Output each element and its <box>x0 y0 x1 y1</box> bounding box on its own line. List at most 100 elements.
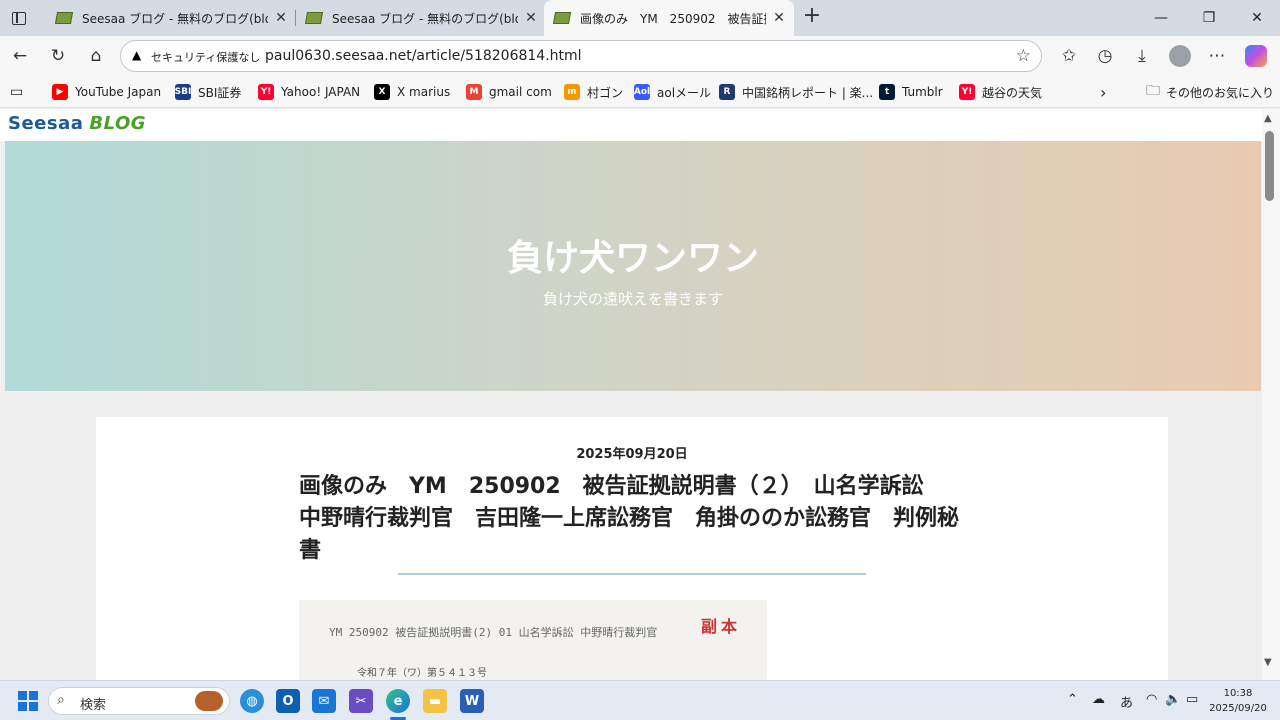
seesaa-favicon-icon <box>552 12 572 24</box>
windows-start-icon[interactable] <box>16 689 40 713</box>
bookmark-label: gmail com <box>489 85 552 99</box>
rakuten-icon: R <box>719 84 735 100</box>
restore-button[interactable]: ❐ <box>1186 0 1232 36</box>
article-card: 2025年09月20日 画像のみ YM 250902 被告証拠説明書（２） 山名… <box>96 417 1168 680</box>
word-icon[interactable]: W <box>460 689 484 713</box>
tab-1[interactable]: Seesaa ブログ - 無料のブログ(blog)サ ✕ <box>46 0 294 36</box>
profile-avatar[interactable] <box>1166 42 1194 70</box>
file-explorer-icon[interactable]: ▬ <box>423 689 447 713</box>
bookmark-item[interactable]: R 中国銘柄レポート | 楽... <box>719 83 873 101</box>
back-button[interactable]: ← <box>6 42 34 70</box>
history-icon[interactable]: ◷ <box>1091 42 1119 70</box>
bookmark-label: X marius <box>397 85 451 99</box>
folder-icon: 🗀 <box>1146 83 1160 99</box>
blog-subtitle: 負け犬の遠吠えを書きます <box>542 290 723 308</box>
favorite-star-icon[interactable]: ☆ <box>1016 46 1031 66</box>
aol-icon: Aol <box>634 84 650 100</box>
mura-icon: m <box>564 84 580 100</box>
security-label[interactable]: セキュリティ保護なし <box>151 49 260 65</box>
bookmark-item[interactable]: Y! Yahoo! JAPAN <box>258 83 360 101</box>
bookmark-item[interactable]: m 村ゴン <box>564 83 623 101</box>
bookmark-label: SBI証券 <box>198 85 242 100</box>
vertical-scrollbar[interactable]: ▲ ▼ <box>1262 109 1280 680</box>
tumblr-icon: t <box>879 84 895 100</box>
red-panda-widget-icon <box>195 691 223 711</box>
scroll-up-icon[interactable]: ▲ <box>1264 113 1272 124</box>
sbi-icon: SBI <box>175 84 191 100</box>
outlook-new-icon[interactable]: ✉ <box>312 689 336 713</box>
globe-app-icon[interactable]: ◍ <box>240 689 264 713</box>
bookmark-item[interactable]: Mgmail com <box>466 83 552 101</box>
bookmark-item[interactable]: SBI SBI証券 <box>175 83 241 101</box>
navigation-bar: ← ↻ ⌂ ▲ セキュリティ保護なし paul0630.seesaa.net/a… <box>0 36 1280 76</box>
close-window-button[interactable]: ✕ <box>1234 0 1280 36</box>
downloads-icon[interactable]: ⤓ <box>1128 42 1156 70</box>
clock-date: 2025/09/20 <box>1209 703 1267 714</box>
taskbar-search[interactable]: ⌕ 検索 <box>48 687 230 715</box>
bookmarks-menu-icon[interactable]: ▭ <box>10 83 23 101</box>
bookmark-label: aolメール <box>657 85 712 100</box>
tab-2[interactable]: Seesaa ブログ - 無料のブログ(blog)サ ✕ <box>296 0 544 36</box>
bookmarks-overflow-chevron-icon[interactable]: › <box>1100 83 1106 102</box>
gmail-icon: M <box>466 84 482 100</box>
scan-stamp: 副本 <box>701 617 742 636</box>
search-icon: ⌕ <box>57 692 65 708</box>
bookmark-item[interactable]: Y! 越谷の天気 <box>959 83 1042 101</box>
article-title: 画像のみ YM 250902 被告証拠説明書（２） 山名学訴訟 中野晴行裁判官 … <box>299 474 960 563</box>
snipping-tool-icon[interactable]: ✂ <box>349 689 373 713</box>
close-tab-icon[interactable]: ✕ <box>272 10 290 26</box>
tab-active[interactable]: 画像のみ YM 250902 被告証拠 ✕ <box>544 0 794 36</box>
home-button[interactable]: ⌂ <box>82 42 110 70</box>
bookmark-label: Yahoo! JAPAN <box>281 85 361 99</box>
clock-time: 10:38 <box>1223 688 1253 699</box>
seesaa-header: Seesaa BLOG <box>0 109 1262 141</box>
bookmark-item[interactable]: ▶ YouTube Japan <box>52 83 161 101</box>
system-clock[interactable]: 10:38 2025/09/20 <box>1204 686 1272 716</box>
show-hidden-icons-chevron-icon[interactable]: ⌃ <box>1067 692 1078 707</box>
outlook-icon[interactable]: O <box>276 689 300 713</box>
bookmark-label: YouTube Japan <box>75 85 162 99</box>
x-icon: X <box>374 84 390 100</box>
tab-title: Seesaa ブログ - 無料のブログ(blog)サ <box>82 11 268 26</box>
refresh-button[interactable]: ↻ <box>44 42 72 70</box>
bookmark-item[interactable]: t Tumblr <box>879 83 943 101</box>
scroll-thumb[interactable] <box>1265 131 1274 201</box>
taskbar: ⌕ 検索 ◍ O ✉ ✂ e ▬ W ⌃ ☁ あ ◠ 🔈 ▭ 10:38 202… <box>0 680 1280 720</box>
youtube-icon: ▶ <box>52 84 68 100</box>
copilot-icon[interactable] <box>1242 42 1270 70</box>
ime-indicator[interactable]: あ <box>1120 692 1133 711</box>
yahoo-weather-icon: Y! <box>959 84 975 100</box>
logo-main: Seesaa <box>8 113 84 134</box>
seesaa-logo[interactable]: Seesaa BLOG <box>8 113 146 134</box>
minimize-button[interactable]: — <box>1138 0 1184 36</box>
wifi-icon[interactable]: ◠ <box>1146 692 1157 707</box>
scanned-document-image[interactable]: YM 250902 被告証拠説明書(2) 01 山名学訴訟 中野晴行裁判官 副本… <box>299 600 767 680</box>
yahoo-icon: Y! <box>258 84 274 100</box>
title-underline <box>398 573 866 575</box>
bookmark-item[interactable]: X X marius <box>374 83 450 101</box>
volume-icon[interactable]: 🔈 <box>1165 692 1181 707</box>
warning-icon[interactable]: ▲ <box>132 48 141 62</box>
other-favorites[interactable]: 🗀 その他のお気に入り <box>1146 83 1274 101</box>
bookmark-label: 越谷の天気 <box>982 85 1043 100</box>
bookmark-label: Tumblr <box>902 85 943 99</box>
tab-actions-icon[interactable] <box>8 8 30 28</box>
more-menu-icon[interactable]: ⋯ <box>1203 42 1231 70</box>
close-tab-icon[interactable]: ✕ <box>522 10 540 26</box>
tab-strip: Seesaa ブログ - 無料のブログ(blog)サ ✕ Seesaa ブログ … <box>0 0 1280 36</box>
address-bar[interactable]: ▲ セキュリティ保護なし paul0630.seesaa.net/article… <box>120 40 1042 72</box>
new-tab-button[interactable]: + <box>800 4 824 28</box>
bookmark-label: 村ゴン <box>587 85 624 100</box>
other-favorites-label: その他のお気に入り <box>1166 85 1275 100</box>
tab-title: Seesaa ブログ - 無料のブログ(blog)サ <box>332 11 518 26</box>
favorites-icon[interactable]: ✩ <box>1055 42 1083 70</box>
edge-icon[interactable]: e <box>386 689 410 713</box>
battery-icon[interactable]: ▭ <box>1186 692 1198 707</box>
url-text[interactable]: paul0630.seesaa.net/article/518206814.ht… <box>265 48 582 64</box>
close-tab-icon[interactable]: ✕ <box>770 10 788 26</box>
page-viewport: Seesaa BLOG 負け犬ワンワン 負け犬の遠吠えを書きます 2025年09月… <box>0 109 1262 680</box>
onedrive-icon[interactable]: ☁ <box>1092 692 1105 707</box>
scroll-down-icon[interactable]: ▼ <box>1264 657 1272 668</box>
blog-title[interactable]: 負け犬ワンワン <box>5 229 1261 281</box>
bookmark-item[interactable]: Aol aolメール <box>634 83 711 101</box>
